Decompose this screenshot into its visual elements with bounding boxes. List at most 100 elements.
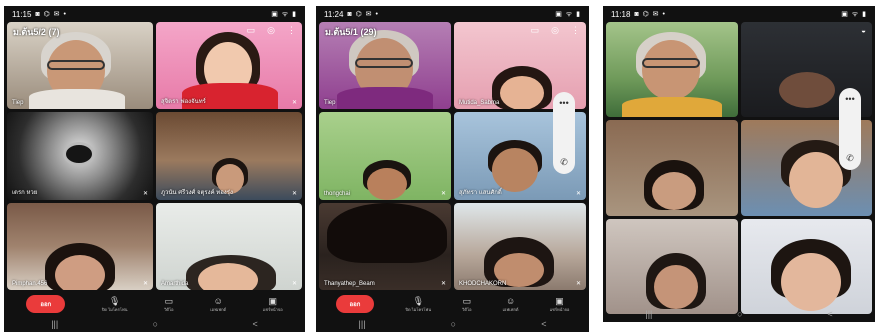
mic-icon: 🎙 bbox=[108, 295, 121, 306]
meeting-title: ม.ต้น5/1 (29) bbox=[325, 27, 377, 37]
leave-call-button[interactable]: ออก bbox=[26, 295, 66, 313]
present-button[interactable]: ▣ แชร์หน้าจอ bbox=[263, 296, 283, 313]
leave-call-button[interactable]: ออก bbox=[335, 295, 375, 313]
system-icons: ▣ ᯤ ▮ bbox=[271, 10, 297, 18]
video-grid: ม.ต้น5/1 (29) Tiep ▭ ◎ ⋮ Mutida_Sabma th… bbox=[319, 22, 586, 290]
phone-screenshot-1: 11:15 ◙ ⌬ ✉ • ▣ ᯤ ▮ ม.ต้น5/2 (7) Tiep ▭ … bbox=[4, 6, 305, 332]
more-vert-icon[interactable]: ⋮ bbox=[287, 25, 296, 36]
top-toolbar: ▭ ◎ ⋮ bbox=[531, 25, 580, 36]
cast-icon[interactable]: ▭ bbox=[531, 25, 540, 36]
call-controls: ออก 🎙 ปิด ไมโครโฟน ▭ วิดีโอ ☺ เอฟเฟกต์ ▣… bbox=[316, 293, 589, 315]
participant-tile[interactable] bbox=[740, 218, 872, 314]
participant-tile[interactable]: เดรก หวย ✕ bbox=[7, 112, 153, 200]
recent-apps-button[interactable]: ||| bbox=[51, 319, 58, 329]
participant-tile[interactable]: KHODCHAKORN ✕ bbox=[454, 202, 586, 290]
participant-tile[interactable] bbox=[606, 218, 738, 314]
mic-off-icon: ✕ bbox=[440, 190, 446, 197]
mic-button[interactable]: 🎙 ปิด ไมโครโฟน bbox=[405, 296, 431, 313]
mic-off-icon: ✕ bbox=[440, 281, 446, 287]
android-navbar: ||| ○ < bbox=[4, 316, 305, 332]
side-action-panel: ••• ✆ bbox=[553, 92, 575, 174]
present-icon: ▣ bbox=[268, 295, 277, 306]
video-button[interactable]: ▭ วิดีโอ bbox=[164, 296, 173, 313]
video-button[interactable]: ▭ วิดีโอ bbox=[462, 296, 471, 313]
mic-off-icon: ✕ bbox=[142, 190, 148, 197]
notification-icons: ◙ ⌬ ✉ • bbox=[35, 11, 67, 18]
effects-button[interactable]: ☺ เอฟเฟกต์ bbox=[503, 296, 519, 313]
meeting-title: ม.ต้น5/2 (7) bbox=[13, 27, 60, 37]
participant-tile[interactable]: thongchai ✕ bbox=[319, 112, 451, 200]
home-button[interactable]: ○ bbox=[451, 319, 456, 329]
android-navbar: ||| ○ < bbox=[603, 306, 875, 322]
participant-tile[interactable]: Amarthida ✕ bbox=[156, 202, 302, 290]
cast-icon[interactable]: ◒ bbox=[861, 26, 866, 35]
participant-name: เดรก หวย bbox=[12, 189, 38, 196]
participant-name: Pimphan.456 bbox=[12, 281, 48, 287]
video-grid: ม.ต้น5/2 (7) Tiep ▭ ◎ ⋮ สุจิตรา ฟองจันทร… bbox=[7, 22, 302, 290]
recent-apps-button[interactable]: ||| bbox=[359, 319, 366, 329]
participant-name: Mutida_Sabma bbox=[459, 100, 500, 107]
clock: 11:18 bbox=[611, 9, 631, 19]
more-vert-icon[interactable]: ⋮ bbox=[571, 25, 580, 36]
participant-tile[interactable]: Pimphan.456 ✕ bbox=[7, 202, 153, 290]
participant-tile[interactable] bbox=[606, 22, 738, 118]
mic-off-icon: ✕ bbox=[142, 281, 148, 287]
participant-tile[interactable] bbox=[606, 120, 738, 216]
participant-name: สุจิตรา ฟองจันทร์ bbox=[161, 99, 206, 106]
video-icon: ▭ bbox=[462, 295, 472, 306]
participant-name: ภูวนัน ศรีวงศ์ จตุรงค์ ทองรุ่ง bbox=[161, 189, 233, 196]
participant-name: KHODCHAKORN bbox=[459, 281, 507, 287]
home-button[interactable]: ○ bbox=[737, 309, 742, 319]
participant-tile[interactable]: Thanyathep_Beam ✕ bbox=[319, 202, 451, 290]
participant-tile[interactable]: ภูวนัน ศรีวงศ์ จตุรงค์ ทองรุ่ง ✕ bbox=[156, 112, 302, 200]
more-horiz-icon[interactable]: ••• bbox=[845, 94, 854, 104]
video-icon: ▭ bbox=[164, 295, 174, 306]
participant-name: Tiep bbox=[324, 100, 336, 107]
system-icons: ▣ ᯤ ▮ bbox=[555, 10, 581, 18]
mic-button[interactable]: 🎙 ปิด ไมโครโฟน bbox=[102, 296, 128, 313]
clock: 11:15 bbox=[12, 9, 32, 19]
notification-icons: ◙ ⌬ ✉ • bbox=[347, 11, 379, 18]
notification-icons: ◙ ⌬ ✉ • bbox=[634, 11, 666, 18]
home-button[interactable]: ○ bbox=[153, 319, 158, 329]
phone-screenshot-2: 11:24 ◙ ⌬ ✉ • ▣ ᯤ ▮ ม.ต้น5/1 (29) Tiep ▭… bbox=[316, 6, 589, 332]
android-navbar: ||| ○ < bbox=[316, 316, 589, 332]
effects-icon: ☺ bbox=[505, 295, 516, 306]
side-action-panel: ••• ✆ bbox=[839, 88, 861, 170]
camera-switch-icon[interactable]: ◎ bbox=[551, 25, 559, 36]
participant-tile[interactable]: ▭ ◎ ⋮ สุจิตรา ฟองจันทร์ ✕ bbox=[156, 22, 302, 110]
phone-icon[interactable]: ✆ bbox=[846, 153, 854, 164]
effects-icon: ☺ bbox=[213, 295, 223, 306]
camera-switch-icon[interactable]: ◎ bbox=[267, 25, 275, 36]
mic-icon: 🎙 bbox=[412, 295, 424, 306]
more-horiz-icon[interactable]: ••• bbox=[559, 98, 568, 108]
phone-icon[interactable]: ✆ bbox=[560, 157, 568, 168]
participant-name: Tiep bbox=[12, 100, 24, 107]
present-icon: ▣ bbox=[555, 295, 564, 306]
status-bar: 11:18 ◙ ⌬ ✉ • ▣ ᯤ ▮ bbox=[603, 6, 875, 22]
back-button[interactable]: < bbox=[827, 309, 832, 319]
status-bar: 11:15 ◙ ⌬ ✉ • ▣ ᯤ ▮ bbox=[4, 6, 305, 22]
video-grid: ◒ bbox=[606, 22, 872, 314]
system-icons: ▣ ᯤ ▮ bbox=[841, 10, 867, 18]
mic-off-icon: ✕ bbox=[575, 190, 581, 197]
back-button[interactable]: < bbox=[541, 319, 546, 329]
back-button[interactable]: < bbox=[253, 319, 258, 329]
clock: 11:24 bbox=[324, 9, 344, 19]
participant-tile[interactable]: ม.ต้น5/1 (29) Tiep bbox=[319, 22, 451, 110]
effects-button[interactable]: ☺ เอฟเฟกต์ bbox=[210, 296, 226, 313]
recent-apps-button[interactable]: ||| bbox=[645, 309, 652, 319]
participant-name: สุภัทรา แสนศักดิ์ bbox=[459, 189, 502, 196]
mic-off-icon: ✕ bbox=[291, 281, 297, 287]
call-controls: ออก 🎙 ปิด ไมโครโฟน ▭ วิดีโอ ☺ เอฟเฟกต์ ▣… bbox=[4, 293, 305, 315]
participant-tile[interactable]: ม.ต้น5/2 (7) Tiep bbox=[7, 22, 153, 110]
mic-off-icon: ✕ bbox=[291, 100, 297, 107]
status-bar: 11:24 ◙ ⌬ ✉ • ▣ ᯤ ▮ bbox=[316, 6, 589, 22]
participant-name: Amarthida bbox=[161, 281, 189, 287]
present-button[interactable]: ▣ แชร์หน้าจอ bbox=[550, 296, 570, 313]
cast-icon[interactable]: ▭ bbox=[247, 25, 256, 36]
participant-name: Thanyathep_Beam bbox=[324, 281, 375, 287]
mic-off-icon: ✕ bbox=[575, 281, 581, 287]
phone-screenshot-3: 11:18 ◙ ⌬ ✉ • ▣ ᯤ ▮ ◒ ••• ✆ ||| ○ < bbox=[603, 6, 875, 322]
participant-name: thongchai bbox=[324, 190, 351, 197]
